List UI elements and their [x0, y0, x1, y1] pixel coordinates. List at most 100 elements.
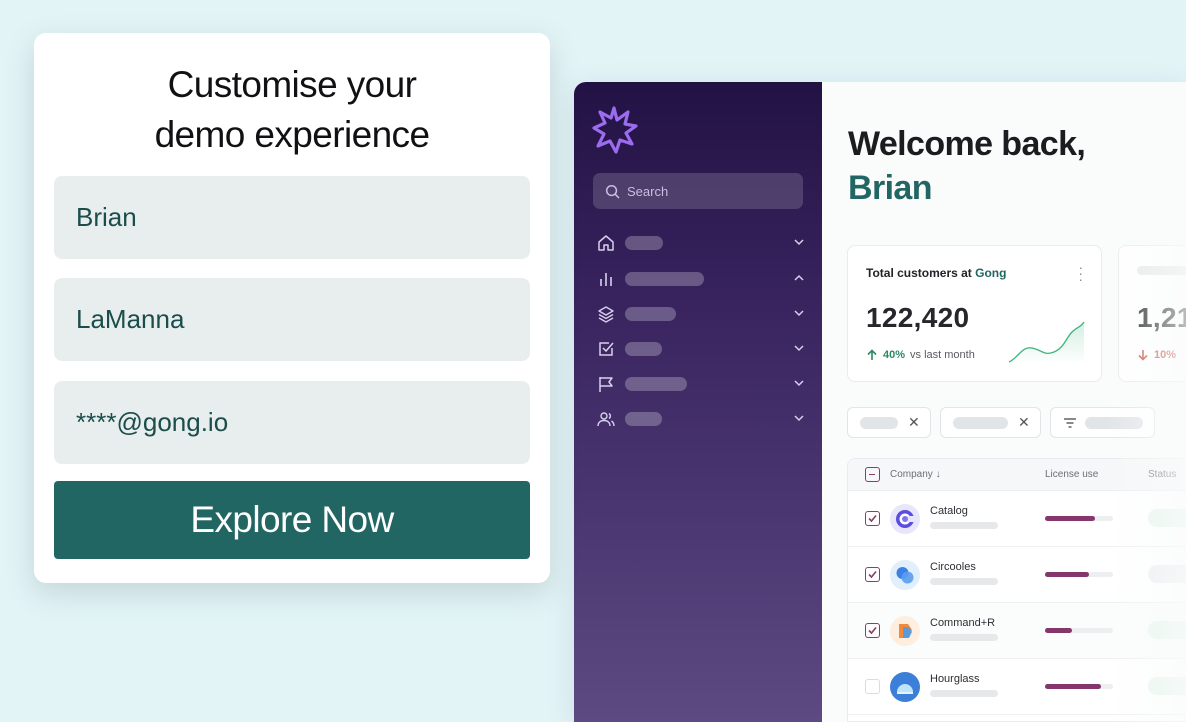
close-icon[interactable]: ✕	[1018, 414, 1030, 431]
search-icon	[605, 184, 620, 198]
delta-caption: vs last month	[910, 349, 975, 361]
hourglass-logo-icon	[890, 672, 920, 702]
row-checkbox[interactable]	[865, 679, 880, 694]
sidebar-item-label-placeholder	[625, 236, 663, 250]
license-bar	[1045, 684, 1101, 689]
company-subtitle-placeholder	[930, 578, 998, 585]
chevron-down-icon	[794, 380, 804, 387]
checkmark-icon	[868, 514, 877, 523]
demo-form-card: Customise your demo experience Explore N…	[34, 33, 550, 583]
email-field[interactable]	[54, 381, 530, 464]
sidebar-item-analytics[interactable]	[596, 268, 806, 290]
checkbox-icon	[596, 339, 616, 359]
card-title-text: Total customers at	[866, 266, 976, 280]
table-header: Company ↓ License use Status	[848, 459, 1186, 491]
sidebar-item-label-placeholder	[625, 342, 662, 356]
column-header-status[interactable]: Status	[1148, 469, 1176, 480]
total-customers-card: Total customers at Gong · · · 122,420 40% …	[847, 245, 1102, 382]
status-badge	[1148, 677, 1186, 695]
more-options-icon[interactable]: · · ·	[1078, 260, 1083, 286]
arrow-up-icon	[867, 349, 877, 360]
card-delta: 10%	[1137, 349, 1176, 361]
sparkline-chart	[1008, 321, 1085, 364]
circooles-logo-icon	[890, 560, 920, 590]
row-checkbox[interactable]	[865, 567, 880, 582]
license-bar	[1045, 516, 1095, 521]
filter-button[interactable]	[1050, 407, 1155, 438]
gong-logo-icon	[592, 106, 638, 154]
card-value: 122,420	[866, 302, 970, 333]
commandr-logo-icon	[890, 616, 920, 646]
sidebar-item-label-placeholder	[625, 377, 687, 391]
row-checkbox[interactable]	[865, 623, 880, 638]
status-badge	[1148, 509, 1186, 527]
form-title-line: Customise your	[167, 64, 417, 105]
sidebar: Search	[574, 82, 822, 722]
welcome-user-name: Brian	[848, 169, 933, 207]
card-value: 1,21	[1137, 302, 1186, 333]
sidebar-search-input[interactable]: Search	[593, 173, 803, 209]
dashboard-preview: Search Welcome back, Brian Total custome…	[574, 82, 1186, 722]
layers-icon	[596, 304, 616, 324]
sort-arrow-icon: ↓	[935, 469, 941, 480]
welcome-heading: Welcome back, Brian	[848, 122, 1086, 210]
filter-chip[interactable]: ✕	[940, 407, 1041, 438]
dashboard-main: Welcome back, Brian Total customers at G…	[822, 82, 1186, 722]
arrow-down-icon	[1138, 350, 1148, 361]
sidebar-item-label-placeholder	[625, 272, 704, 286]
company-name: Catalog	[930, 505, 968, 517]
table-row[interactable]: Hourglass	[848, 659, 1186, 715]
filter-chip-label-placeholder	[953, 416, 1008, 429]
checkmark-icon	[868, 570, 877, 579]
table-row[interactable]: Command+R	[848, 603, 1186, 659]
card-title: Total customers at Gong	[866, 266, 1006, 280]
column-header-license[interactable]: License use	[1045, 469, 1098, 480]
flag-icon	[596, 374, 616, 394]
row-checkbox[interactable]	[865, 511, 880, 526]
checkmark-icon	[868, 626, 877, 635]
close-icon[interactable]: ✕	[908, 414, 920, 431]
filter-chip[interactable]: ✕	[847, 407, 931, 438]
welcome-text: Welcome back,	[848, 125, 1086, 163]
filter-chip-label-placeholder	[860, 416, 898, 429]
company-subtitle-placeholder	[930, 634, 998, 641]
sidebar-item-home[interactable]	[596, 232, 806, 254]
license-bar	[1045, 628, 1072, 633]
form-title-line: demo experience	[154, 114, 430, 155]
card-title-placeholder	[1137, 266, 1186, 275]
form-title: Customise your demo experience	[34, 60, 550, 160]
table-row[interactable]: Catalog	[848, 491, 1186, 547]
explore-now-button[interactable]: Explore Now	[54, 481, 530, 559]
sidebar-item-label-placeholder	[625, 412, 662, 426]
delta-value: 10%	[1154, 349, 1177, 361]
chevron-down-icon	[794, 310, 804, 317]
catalog-logo-icon	[890, 504, 920, 534]
sidebar-item-users[interactable]	[596, 408, 806, 430]
sidebar-item-reports[interactable]	[596, 373, 806, 395]
users-icon	[596, 409, 616, 429]
company-subtitle-placeholder	[930, 522, 998, 529]
status-badge	[1148, 621, 1186, 639]
company-name: Command+R	[930, 617, 996, 629]
chevron-down-icon	[794, 415, 804, 422]
company-name: Hourglass	[930, 673, 980, 685]
filter-label-placeholder	[1085, 416, 1143, 429]
select-all-checkbox[interactable]	[865, 467, 880, 482]
column-header-company[interactable]: Company ↓	[890, 469, 941, 480]
sidebar-item-tasks[interactable]	[596, 338, 806, 360]
chevron-down-icon	[794, 239, 804, 246]
table-row[interactable]: Circooles	[848, 547, 1186, 603]
license-bar	[1045, 572, 1089, 577]
card-delta: 40% vs last month	[866, 349, 975, 361]
company-subtitle-placeholder	[930, 690, 998, 697]
column-header-label: Company	[890, 469, 933, 480]
home-icon	[596, 233, 616, 253]
chevron-up-icon	[794, 274, 804, 281]
first-name-field[interactable]	[54, 176, 530, 259]
chevron-down-icon	[794, 345, 804, 352]
filter-icon	[1064, 417, 1076, 428]
sidebar-item-layers[interactable]	[596, 303, 806, 325]
last-name-field[interactable]	[54, 278, 530, 361]
company-name: Circooles	[930, 561, 976, 573]
sidebar-item-label-placeholder	[625, 307, 676, 321]
